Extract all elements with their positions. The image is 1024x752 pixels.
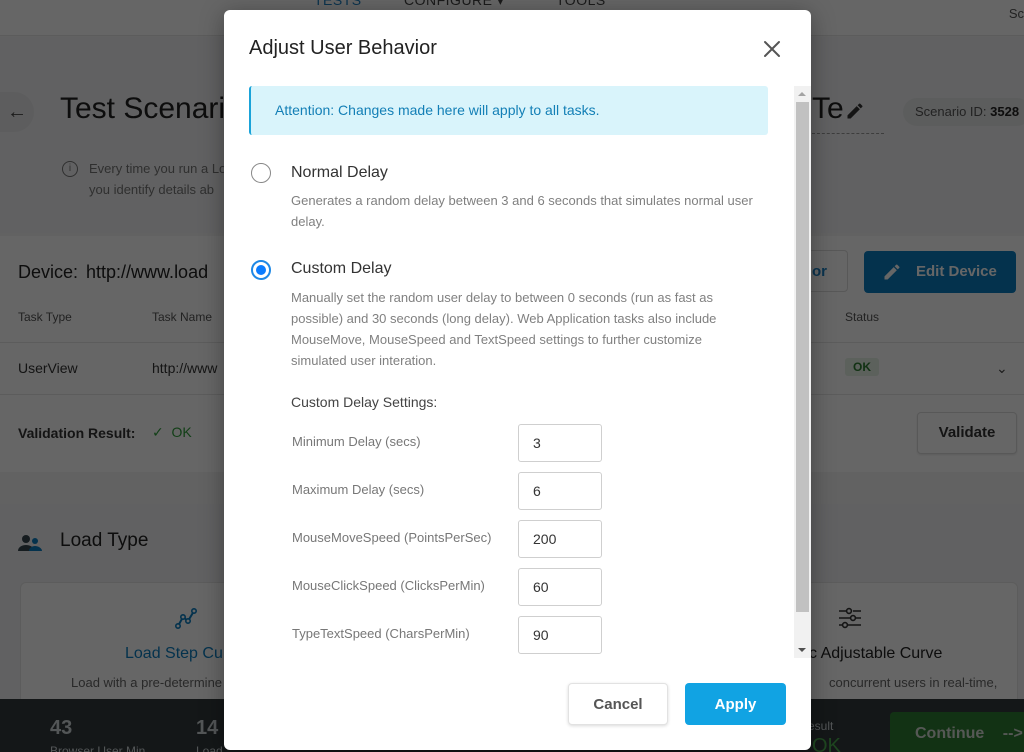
dialog-title: Adjust User Behavior [249,37,437,59]
setting-type-text-speed: TypeTextSpeed (CharsPerMin) [292,616,612,654]
setting-maximum-delay: Maximum Delay (secs) [292,472,612,510]
attention-alert: Attention: Changes made here will apply … [249,86,768,135]
setting-label: Maximum Delay (secs) [292,482,425,497]
close-icon[interactable] [760,37,784,61]
mouse-click-speed-input[interactable] [518,568,602,606]
scroll-down-arrow-icon[interactable] [798,648,806,652]
alert-text: Attention: Changes made here will apply … [275,102,600,118]
custom-delay-description: Manually set the random user delay to be… [291,290,717,368]
scroll-up-arrow-icon[interactable] [798,92,806,96]
apply-button[interactable]: Apply [685,683,786,725]
setting-label: TypeTextSpeed (CharsPerMin) [292,626,470,641]
custom-delay-label[interactable]: Custom Delay [291,260,391,278]
setting-label: MouseMoveSpeed (PointsPerSec) [292,530,492,545]
setting-mouse-move-speed: MouseMoveSpeed (PointsPerSec) [292,520,612,558]
setting-minimum-delay: Minimum Delay (secs) [292,424,612,462]
adjust-user-behavior-dialog: Adjust User Behavior Attention: Changes … [224,10,811,750]
setting-mouse-click-speed: MouseClickSpeed (ClicksPerMin) [292,568,612,606]
scrollbar-thumb[interactable] [796,102,809,612]
cancel-button[interactable]: Cancel [568,683,668,725]
type-text-speed-input[interactable] [518,616,602,654]
maximum-delay-input[interactable] [518,472,602,510]
dialog-scrollbar[interactable] [794,86,811,658]
radio-custom-delay[interactable] [251,260,271,280]
radio-normal-delay[interactable] [251,163,271,183]
setting-label: Minimum Delay (secs) [292,434,421,449]
normal-delay-description: Generates a random delay between 3 and 6… [291,193,753,229]
minimum-delay-input[interactable] [518,424,602,462]
dialog-body: Attention: Changes made here will apply … [224,86,811,658]
mouse-move-speed-input[interactable] [518,520,602,558]
setting-label: MouseClickSpeed (ClicksPerMin) [292,578,485,593]
normal-delay-label[interactable]: Normal Delay [291,164,388,182]
custom-delay-settings-title: Custom Delay Settings: [291,394,438,410]
